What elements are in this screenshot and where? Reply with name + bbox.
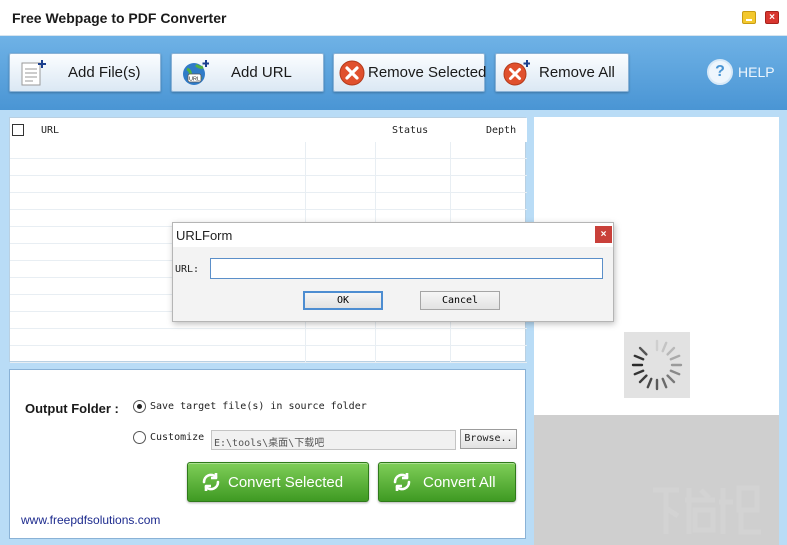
browse-button[interactable]: Browse.. [460, 429, 517, 449]
remove-icon [339, 60, 365, 86]
customize-radio[interactable] [133, 431, 146, 444]
customize-label[interactable]: Customize [150, 432, 204, 443]
list-header: URL Status Depth [10, 118, 527, 142]
website-link[interactable]: www.freepdfsolutions.com [21, 513, 160, 527]
add-url-button[interactable]: URL Add URL [171, 53, 324, 92]
empty-row [10, 329, 527, 346]
output-folder-label: Output Folder : [25, 401, 119, 416]
dialog-title-bar[interactable]: URLForm × [173, 223, 613, 247]
output-panel: Output Folder : Save target file(s) in s… [9, 369, 526, 539]
add-files-label: Add File(s) [68, 64, 141, 81]
close-button[interactable]: × [765, 11, 779, 24]
cancel-button[interactable]: Cancel [420, 291, 500, 310]
help-button[interactable]: ? HELP [707, 58, 775, 86]
select-all-checkbox[interactable] [12, 124, 24, 136]
convert-selected-button[interactable]: Convert Selected [187, 462, 369, 502]
empty-row [10, 346, 527, 363]
help-label: HELP [738, 64, 775, 80]
add-files-button[interactable]: Add File(s) [9, 53, 161, 92]
dialog-close-button[interactable]: × [595, 226, 612, 243]
globe-url-icon: URL [183, 60, 209, 85]
title-bar: Free Webpage to PDF Converter × [0, 0, 787, 36]
minimize-button[interactable] [742, 11, 756, 24]
column-header-url[interactable]: URL [41, 125, 59, 136]
app-title: Free Webpage to PDF Converter [12, 10, 227, 26]
remove-all-label: Remove All [539, 64, 615, 81]
remove-selected-button[interactable]: Remove Selected [333, 53, 487, 92]
convert-all-label: Convert All [423, 474, 496, 491]
convert-all-button[interactable]: Convert All [378, 462, 516, 502]
add-file-icon [21, 60, 46, 86]
convert-icon [393, 473, 411, 491]
save-in-source-label[interactable]: Save target file(s) in source folder [150, 401, 367, 412]
convert-icon [202, 473, 220, 491]
empty-row [10, 193, 527, 210]
loading-spinner-icon [624, 332, 690, 398]
column-header-depth[interactable]: Depth [486, 125, 516, 136]
remove-selected-label: Remove Selected [368, 64, 487, 81]
watermark-logo [653, 485, 761, 535]
output-path-field[interactable]: E:\tools\桌面\下载吧 [211, 430, 456, 450]
convert-selected-label: Convert Selected [228, 474, 344, 491]
url-form-dialog: URLForm × URL: OK Cancel [172, 222, 614, 322]
remove-all-icon [503, 60, 530, 86]
toolbar: Add File(s) URL Add URL Remove Selected … [0, 36, 787, 110]
empty-row [10, 159, 527, 176]
save-in-source-radio[interactable] [133, 400, 146, 413]
url-input[interactable] [210, 258, 603, 279]
dialog-title: URLForm [176, 228, 233, 243]
empty-row [10, 142, 527, 159]
ok-button[interactable]: OK [303, 291, 383, 310]
url-label: URL: [175, 264, 200, 275]
svg-text:URL: URL [189, 77, 200, 83]
empty-row [10, 176, 527, 193]
add-url-label: Add URL [231, 64, 292, 81]
column-header-status[interactable]: Status [392, 125, 428, 136]
remove-all-button[interactable]: Remove All [495, 53, 629, 92]
help-icon: ? [707, 59, 733, 85]
